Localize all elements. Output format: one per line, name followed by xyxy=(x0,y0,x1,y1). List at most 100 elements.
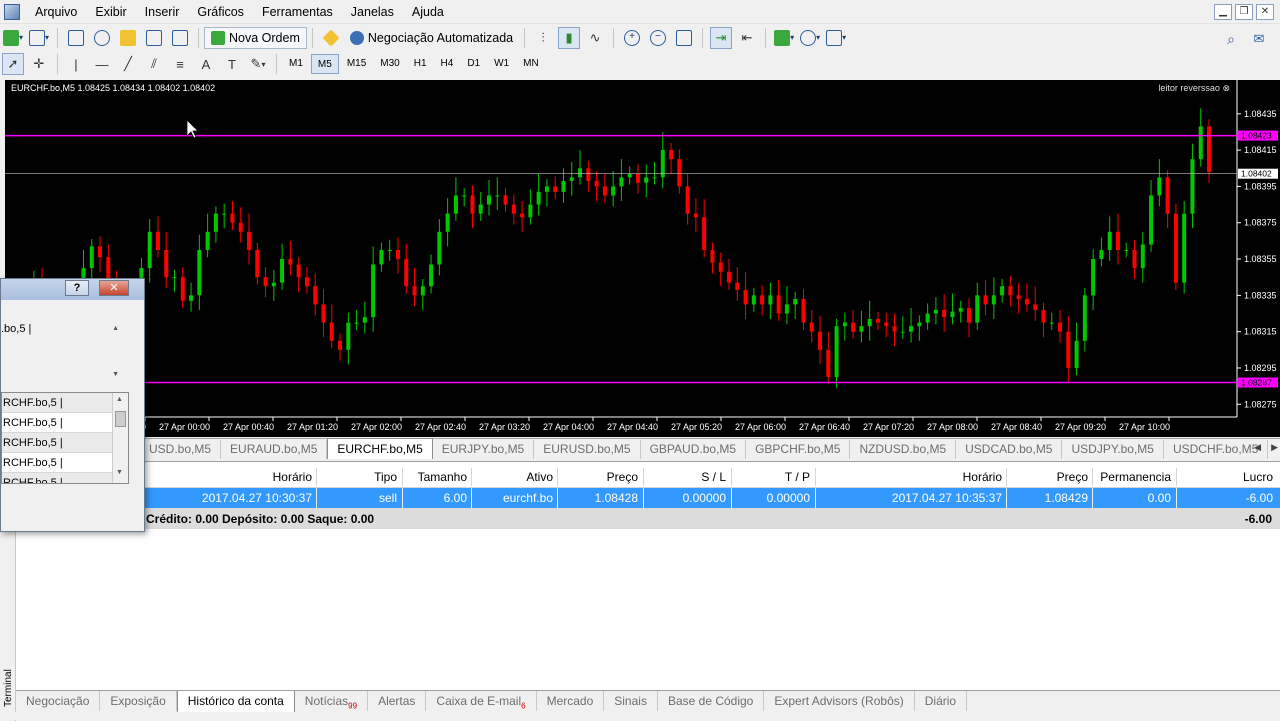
dialog-title-bar[interactable]: ? ✕ xyxy=(1,279,144,300)
new-order-button[interactable]: Nova Ordem xyxy=(204,26,307,49)
dialog-list-scrollbar[interactable]: ▲ ▼ xyxy=(112,393,128,483)
timeframe-m5[interactable]: M5 xyxy=(310,54,339,74)
symbol-tab[interactable]: EURUSD.bo,M5 xyxy=(534,440,641,459)
column-separator[interactable] xyxy=(643,468,644,486)
indicators-button[interactable]: ▾ xyxy=(773,27,795,49)
scroll-down-icon[interactable]: ▼ xyxy=(116,469,123,476)
data-window-button[interactable] xyxy=(91,27,113,49)
autoscroll-button[interactable]: ⇥ xyxy=(710,26,733,49)
menu-item-4[interactable]: Ferramentas xyxy=(253,0,342,24)
shapes-button[interactable]: ✎ ▾ xyxy=(247,53,269,75)
column-header[interactable]: Preço xyxy=(607,470,638,484)
list-item[interactable]: RCHF.bo,5 | xyxy=(2,453,128,473)
auto-trading-button[interactable]: Negociação Automatizada xyxy=(344,27,519,49)
list-item[interactable]: RCHF.bo,5 | xyxy=(2,473,128,483)
floating-dialog[interactable]: ? ✕ .bo,5 | ▲ ▼ RCHF.bo,5 | RCHF.bo,5 | RC… xyxy=(0,278,145,532)
restore-icon[interactable]: ❐ xyxy=(1235,4,1253,20)
column-header[interactable]: T / P xyxy=(785,470,810,484)
symbol-tab[interactable]: NZDUSD.bo,M5 xyxy=(850,440,957,459)
list-item[interactable]: RCHF.bo,5 | xyxy=(2,393,128,413)
profiles-button[interactable]: ▾ xyxy=(28,27,50,49)
timeframe-m15[interactable]: M15 xyxy=(341,54,372,74)
column-header[interactable]: Ativo xyxy=(526,470,553,484)
menu-item-1[interactable]: Exibir xyxy=(86,0,135,24)
periods-button[interactable]: ▾ xyxy=(799,27,821,49)
symbol-tab[interactable]: GBPCHF.bo,M5 xyxy=(746,440,851,459)
new-chart-button[interactable]: ▾ xyxy=(2,27,24,49)
fibonacci-button[interactable]: ≡ xyxy=(169,53,191,75)
symbol-tab[interactable]: USDJPY.bo,M5 xyxy=(1062,440,1164,459)
column-separator[interactable] xyxy=(316,468,317,486)
tester-button[interactable] xyxy=(169,27,191,49)
price-chart[interactable]: 1.08435 1.08415 1.08395 1.08375 1.08355 1.083… xyxy=(5,80,1280,437)
column-header[interactable]: Preço xyxy=(1057,470,1088,484)
search-button[interactable]: ⌕ xyxy=(1220,28,1242,50)
terminal-tab[interactable]: Caixa de E-mail6 xyxy=(426,691,537,711)
terminal-tab[interactable]: Negociação xyxy=(16,691,101,711)
column-separator[interactable] xyxy=(471,468,472,486)
scrollbar-thumb[interactable] xyxy=(115,411,126,427)
bar-chart-button[interactable]: ⫶ xyxy=(532,27,554,49)
dialog-close-button[interactable]: ✕ xyxy=(99,280,129,296)
column-separator[interactable] xyxy=(815,468,816,486)
close-indicator-icon[interactable]: ⊗ xyxy=(1222,83,1230,93)
terminal-tab[interactable]: Expert Advisors (Robôs) xyxy=(764,691,915,711)
timeframe-h1[interactable]: H1 xyxy=(408,54,433,74)
label-button[interactable]: T xyxy=(221,53,243,75)
vertical-line-button[interactable]: | xyxy=(65,53,87,75)
templates-button[interactable]: ▾ xyxy=(825,27,847,49)
symbol-tab[interactable]: USDCHF.bo,M5 xyxy=(1164,440,1269,459)
terminal-tab[interactable]: Sinais xyxy=(604,691,658,711)
table-row[interactable]: 2017.04.27 10:30:37 sell 6.00 eurchf.bo 1.08… xyxy=(16,488,1280,508)
column-header[interactable]: S / L xyxy=(701,470,726,484)
terminal-tab[interactable]: Histórico da conta xyxy=(176,691,295,713)
column-header[interactable]: Permanencia xyxy=(1100,470,1171,484)
column-separator[interactable] xyxy=(557,468,558,486)
timeframe-w1[interactable]: W1 xyxy=(488,54,515,74)
chat-button[interactable]: ✉ xyxy=(1248,28,1270,50)
column-header[interactable]: Lucro xyxy=(1243,470,1273,484)
column-header[interactable]: Tamanho xyxy=(418,470,467,484)
menu-item-3[interactable]: Gráficos xyxy=(188,0,253,24)
timeframe-mn[interactable]: MN xyxy=(517,54,545,74)
terminal-tab[interactable]: Diário xyxy=(915,691,968,711)
terminal-button[interactable] xyxy=(143,27,165,49)
column-separator[interactable] xyxy=(1176,468,1177,486)
scroll-down-icon[interactable]: ▼ xyxy=(112,371,119,378)
column-header[interactable]: Horário xyxy=(273,470,312,484)
column-header[interactable]: Tipo xyxy=(374,470,397,484)
symbol-tab[interactable]: EURCHF.bo,M5 xyxy=(327,438,433,459)
chart-shift-button[interactable]: ⇤ xyxy=(736,27,758,49)
cursor-button[interactable]: ➚ xyxy=(2,53,24,75)
menu-item-0[interactable]: Arquivo xyxy=(26,0,86,24)
column-header[interactable]: Horário xyxy=(963,470,1002,484)
terminal-tab[interactable]: Alertas xyxy=(368,691,427,711)
dialog-text-area[interactable]: .bo,5 | ▲ ▼ xyxy=(1,321,131,387)
menu-item-6[interactable]: Ajuda xyxy=(403,0,453,24)
terminal-tab[interactable]: Base de Código xyxy=(658,691,765,711)
market-watch-button[interactable] xyxy=(65,27,87,49)
zoom-out-button[interactable]: − xyxy=(647,27,669,49)
terminal-tab[interactable]: Exposição xyxy=(100,691,177,711)
timeframe-m30[interactable]: M30 xyxy=(374,54,405,74)
timeframe-d1[interactable]: D1 xyxy=(461,54,486,74)
minimize-icon[interactable]: ▁ xyxy=(1214,4,1232,20)
column-separator[interactable] xyxy=(1092,468,1093,486)
scroll-up-icon[interactable]: ▲ xyxy=(112,325,119,332)
trendline-button[interactable]: ╱ xyxy=(117,53,139,75)
tab-scroll-arrows[interactable]: ◀ ▶ xyxy=(1254,442,1278,453)
tab-scroll-right-icon[interactable]: ▶ xyxy=(1271,442,1278,453)
list-item[interactable]: RCHF.bo,5 | xyxy=(2,413,128,433)
terminal-tab[interactable]: Mercado xyxy=(537,691,605,711)
tab-scroll-left-icon[interactable]: ◀ xyxy=(1254,442,1261,453)
candle-chart-button[interactable]: ▮ xyxy=(558,26,581,49)
column-separator[interactable] xyxy=(402,468,403,486)
crosshair-button[interactable]: ✛ xyxy=(28,53,50,75)
timeframe-h4[interactable]: H4 xyxy=(435,54,460,74)
column-separator[interactable] xyxy=(731,468,732,486)
horizontal-line-button[interactable]: — xyxy=(91,53,113,75)
scroll-up-icon[interactable]: ▲ xyxy=(116,396,123,403)
timeframe-m1[interactable]: M1 xyxy=(283,54,309,74)
tile-windows-button[interactable] xyxy=(673,27,695,49)
close-icon[interactable]: ✕ xyxy=(1256,4,1274,20)
